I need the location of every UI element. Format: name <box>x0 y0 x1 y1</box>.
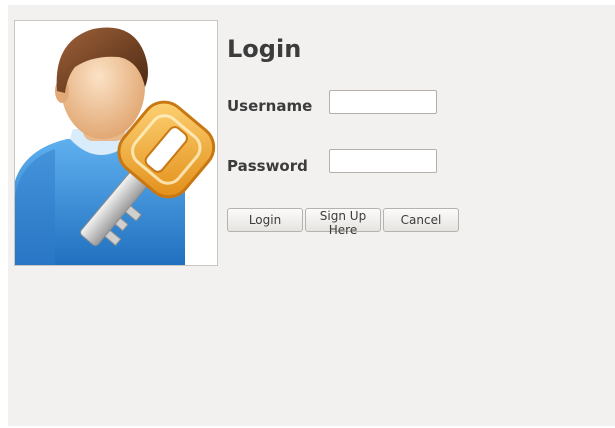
password-field[interactable] <box>329 149 437 173</box>
user-key-illustration <box>14 20 218 266</box>
user-with-key-icon <box>15 27 216 265</box>
username-label: Username <box>227 97 313 115</box>
username-field[interactable] <box>329 90 437 114</box>
cancel-button[interactable]: Cancel <box>383 208 459 232</box>
sign-up-button[interactable]: Sign Up Here <box>305 208 381 237</box>
password-label: Password <box>227 157 308 175</box>
login-button[interactable]: Login <box>227 208 303 232</box>
page-title: Login <box>227 35 302 63</box>
